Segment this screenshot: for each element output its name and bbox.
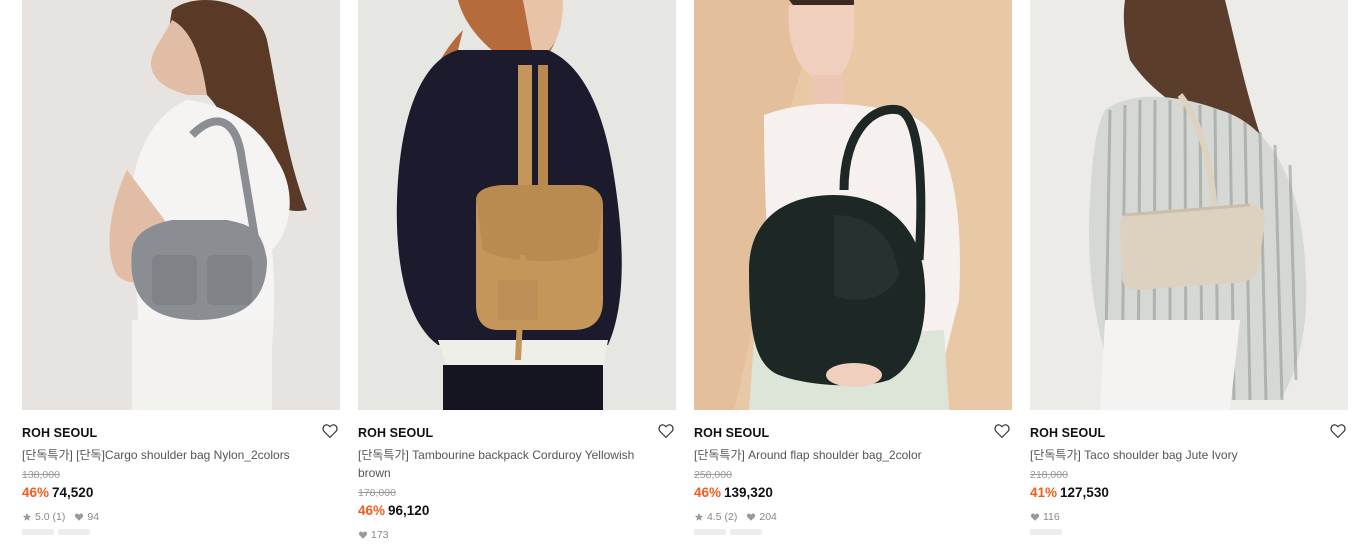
discount-rate: 41% — [1030, 485, 1058, 500]
review-count: (1) — [52, 511, 66, 523]
product-card[interactable]: ROH SEOUL [단독특가] Around flap shoulder ba… — [694, 0, 1012, 535]
rating-value: 5.0 — [35, 511, 50, 523]
product-grid: ROH SEOUL [단독특가] [단독]Cargo shoulder bag … — [0, 0, 1353, 546]
brand-name[interactable]: ROH SEOUL — [1030, 426, 1105, 440]
original-price: 138,000 — [22, 469, 60, 481]
product-meta: 5.0 (1) 94 — [22, 511, 340, 523]
product-image[interactable] — [694, 0, 1012, 410]
like-count: 173 — [371, 529, 389, 541]
wishlist-heart-icon[interactable] — [1329, 422, 1347, 440]
product-image[interactable] — [358, 0, 676, 410]
product-card[interactable]: ROH SEOUL [단독특가] Tambourine backpack Cor… — [358, 0, 676, 541]
price-row: 46% 139,320 — [694, 484, 1012, 502]
star-icon — [694, 512, 704, 521]
product-meta: 173 — [358, 529, 676, 541]
review-count: (2) — [724, 511, 738, 523]
original-price: 258,000 — [694, 469, 732, 481]
original-price: 178,000 — [358, 487, 396, 499]
product-card[interactable]: ROH SEOUL [단독특가] [단독]Cargo shoulder bag … — [22, 0, 340, 535]
product-image[interactable] — [1030, 0, 1348, 410]
product-photo-flap-bag — [694, 0, 1012, 410]
badge — [694, 529, 726, 535]
discount-rate: 46% — [22, 485, 50, 500]
badge — [730, 529, 762, 535]
sale-price: 127,530 — [1060, 485, 1109, 500]
original-price: 218,000 — [1030, 469, 1068, 481]
heart-count-icon — [358, 531, 368, 539]
sale-price: 74,520 — [52, 485, 94, 500]
sale-price: 139,320 — [724, 485, 773, 500]
badge-row — [694, 529, 1012, 535]
wishlist-heart-icon[interactable] — [321, 422, 339, 440]
brand-name[interactable]: ROH SEOUL — [694, 426, 769, 440]
badge — [22, 529, 54, 535]
product-meta: 116 — [1030, 511, 1348, 523]
heart-count-icon — [1030, 513, 1040, 521]
product-photo-taco-bag — [1030, 0, 1348, 410]
like-count: 204 — [759, 511, 777, 523]
price-row: 41% 127,530 — [1030, 484, 1348, 502]
discount-rate: 46% — [694, 485, 722, 500]
heart-count-icon — [75, 513, 84, 521]
brand-name[interactable]: ROH SEOUL — [22, 426, 97, 440]
brand-name[interactable]: ROH SEOUL — [358, 426, 433, 440]
sale-price: 96,120 — [388, 503, 430, 518]
product-photo-backpack — [358, 0, 676, 410]
wishlist-heart-icon[interactable] — [657, 422, 675, 440]
product-name[interactable]: [단독특가] Taco shoulder bag Jute Ivory — [1030, 446, 1330, 464]
price-row: 46% 74,520 — [22, 484, 340, 502]
badge — [58, 529, 90, 535]
like-count: 116 — [1043, 511, 1060, 523]
price-row: 46% 96,120 — [358, 502, 676, 520]
badge-row — [1030, 529, 1348, 535]
like-count: 94 — [87, 511, 100, 523]
wishlist-heart-icon[interactable] — [993, 422, 1011, 440]
product-card[interactable]: ROH SEOUL [단독특가] Taco shoulder bag Jute … — [1030, 0, 1348, 535]
badge-row — [22, 529, 340, 535]
star-icon — [22, 512, 32, 521]
product-name[interactable]: [단독특가] Tambourine backpack Corduroy Yell… — [358, 446, 658, 482]
heart-count-icon — [747, 513, 756, 521]
product-name[interactable]: [단독특가] [단독]Cargo shoulder bag Nylon_2col… — [22, 446, 322, 464]
discount-rate: 46% — [358, 503, 386, 518]
badge — [1030, 529, 1062, 535]
rating-value: 4.5 — [707, 511, 722, 523]
product-photo-cargo-bag — [22, 0, 340, 410]
product-image[interactable] — [22, 0, 340, 410]
product-name[interactable]: [단독특가] Around flap shoulder bag_2color — [694, 446, 994, 464]
product-meta: 4.5 (2) 204 — [694, 511, 1012, 523]
